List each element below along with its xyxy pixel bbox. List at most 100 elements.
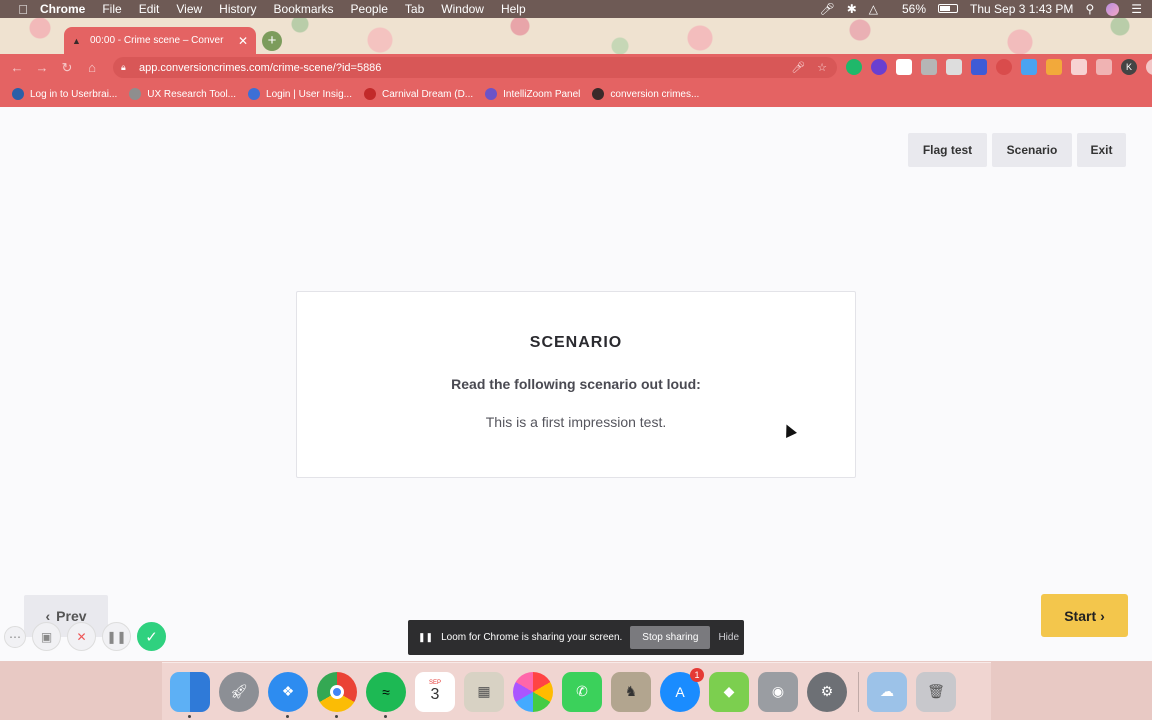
screenshot-icon[interactable]: ◉: [758, 671, 798, 712]
launchpad-icon[interactable]: 🚀︎: [219, 671, 259, 712]
profile-avatar[interactable]: K: [1121, 59, 1137, 75]
bookmark-label: Log in to Userbrai...: [30, 88, 118, 100]
bookmark-item[interactable]: Log in to Userbrai...: [12, 88, 117, 100]
bookmark-star-icon[interactable]: ☆: [817, 61, 827, 74]
chrome-center: [330, 684, 344, 699]
loom-message: Loom for Chrome is sharing your screen.: [441, 632, 623, 643]
loom-recording-controls: ⋯ ▣ ✕ ❚❚ ✓: [4, 622, 166, 651]
spotlight-icon[interactable]: ⚲: [1085, 2, 1094, 16]
siri-icon[interactable]: [1106, 2, 1120, 16]
menu-window[interactable]: Window: [441, 2, 484, 16]
clock[interactable]: Thu Sep 3 1:43 PM: [970, 2, 1073, 16]
finder-icon[interactable]: [170, 671, 210, 718]
sims-icon[interactable]: ◆: [709, 671, 749, 712]
start-button[interactable]: Start ›: [1041, 594, 1128, 637]
url-text[interactable]: app.conversioncrimes.com/crime-scene/?id…: [139, 62, 381, 74]
scenario-button[interactable]: Scenario: [992, 133, 1072, 167]
update-icon[interactable]: [1146, 59, 1152, 75]
battery-percent[interactable]: 56%: [890, 2, 959, 16]
more-options-icon[interactable]: ⋯: [4, 625, 26, 648]
home-icon[interactable]: ⌂: [84, 60, 100, 76]
calendar-day: 3: [430, 685, 440, 703]
menu-people[interactable]: People: [351, 2, 388, 16]
running-indicator: [335, 714, 338, 718]
bookmark-item[interactable]: IntelliZoom Panel: [485, 88, 580, 100]
app-store-icon[interactable]: A1: [660, 667, 704, 712]
hide-button[interactable]: Hide: [718, 632, 739, 643]
extension-gray-icon[interactable]: [921, 59, 937, 75]
menu-bookmarks[interactable]: Bookmarks: [274, 2, 334, 16]
extension-orange-icon[interactable]: [1046, 59, 1062, 75]
wifi-icon[interactable]: △: [869, 2, 878, 16]
back-icon[interactable]: ←: [9, 60, 25, 76]
forward-icon[interactable]: →: [34, 60, 50, 76]
bookmark-favicon-icon: [12, 88, 24, 100]
extension-blue-icon[interactable]: [971, 59, 987, 75]
extensions-puzzle-icon[interactable]: [1071, 59, 1087, 75]
menu-help[interactable]: Help: [501, 2, 526, 16]
bookmark-label: UX Research Tool...: [147, 88, 237, 100]
bluetooth-icon[interactable]: ✱: [847, 2, 857, 16]
flag-test-button[interactable]: Flag test: [908, 133, 987, 167]
bookmark-item[interactable]: UX Research Tool...: [129, 88, 236, 100]
new-tab-icon[interactable]: +: [262, 31, 282, 51]
trash-icon[interactable]: 🗑︎: [916, 671, 956, 712]
cancel-recording-icon[interactable]: ✕: [67, 622, 96, 651]
bookmark-favicon-icon: [485, 88, 498, 100]
calculator-icon[interactable]: ▦: [464, 671, 504, 712]
running-indicator: [188, 714, 191, 718]
close-tab-icon[interactable]: ✕: [238, 34, 248, 48]
lock-icon[interactable]: 🔒︎: [121, 62, 131, 73]
bookmark-item[interactable]: Carnival Dream (D...: [364, 88, 473, 100]
chess-icon[interactable]: ♞: [611, 671, 651, 712]
chevron-right-icon: ›: [1100, 607, 1105, 624]
bookmark-favicon-icon: [364, 88, 376, 100]
preview-icon[interactable]: ☁: [867, 671, 907, 712]
app-menus: Chrome File Edit View History Bookmarks …: [40, 2, 543, 16]
battery-icon: [938, 4, 959, 13]
menu-file[interactable]: File: [102, 2, 121, 16]
menu-app-name[interactable]: Chrome: [40, 2, 85, 16]
reload-icon[interactable]: ↻: [59, 60, 75, 76]
chrome-icon[interactable]: [317, 671, 357, 718]
grammarly-icon[interactable]: [846, 59, 862, 75]
battery-label: 56%: [902, 2, 927, 16]
system-preferences-icon[interactable]: ⚙: [807, 671, 847, 712]
stop-sharing-button[interactable]: Stop sharing: [630, 626, 711, 649]
extension-k-icon[interactable]: [946, 59, 962, 75]
facetime-icon[interactable]: ✆: [562, 671, 602, 712]
checkbox-extension-icon[interactable]: [896, 59, 912, 75]
menu-history[interactable]: History: [219, 2, 256, 16]
mic-icon[interactable]: 🎤︎: [791, 61, 805, 74]
safari-icon[interactable]: ❖: [268, 671, 308, 718]
tab-active[interactable]: ▲ 00:00 - Crime scene – Conver ✕: [64, 27, 256, 54]
bookmark-favicon-icon: [129, 88, 142, 100]
finish-recording-icon[interactable]: ✓: [137, 622, 166, 651]
apple-icon[interactable]: : [14, 2, 32, 17]
extension-ring-icon[interactable]: [871, 59, 887, 75]
extensions-area: K: [846, 59, 1152, 75]
cast-icon[interactable]: [1096, 59, 1112, 75]
page-content: Flag test Scenario Exit SCENARIO Read th…: [0, 107, 1152, 661]
camera-off-icon[interactable]: ▣: [32, 622, 61, 651]
spotify-icon[interactable]: ≈: [366, 671, 406, 718]
photos-icon[interactable]: [513, 671, 553, 712]
control-center-icon[interactable]: ☰: [1131, 2, 1142, 16]
bookmark-label: Carnival Dream (D...: [382, 88, 474, 100]
address-bar[interactable]: 🔒︎ app.conversioncrimes.com/crime-scene/…: [113, 57, 837, 78]
tab-strip: ▲ 00:00 - Crime scene – Conver ✕ +: [0, 18, 1152, 54]
menu-view[interactable]: View: [176, 2, 202, 16]
extension-red-icon[interactable]: [996, 59, 1012, 75]
microphone-icon[interactable]: 🎤︎: [819, 2, 834, 16]
running-indicator: [384, 714, 387, 718]
omnibox-actions: 🎤︎ ☆: [791, 61, 827, 74]
calendar-icon[interactable]: SEP 3: [415, 671, 455, 712]
bookmark-item[interactable]: conversion crimes...: [592, 88, 699, 100]
bookmark-item[interactable]: Login | User Insig...: [248, 88, 352, 100]
menu-edit[interactable]: Edit: [139, 2, 160, 16]
pause-recording-icon[interactable]: ❚❚: [102, 622, 131, 651]
menu-tab[interactable]: Tab: [405, 2, 424, 16]
extension-lightblue-icon[interactable]: [1021, 59, 1037, 75]
exit-button[interactable]: Exit: [1077, 133, 1126, 167]
status-area: 🎤︎ ✱ △ 56% Thu Sep 3 1:43 PM ⚲ ☰: [807, 0, 1142, 18]
